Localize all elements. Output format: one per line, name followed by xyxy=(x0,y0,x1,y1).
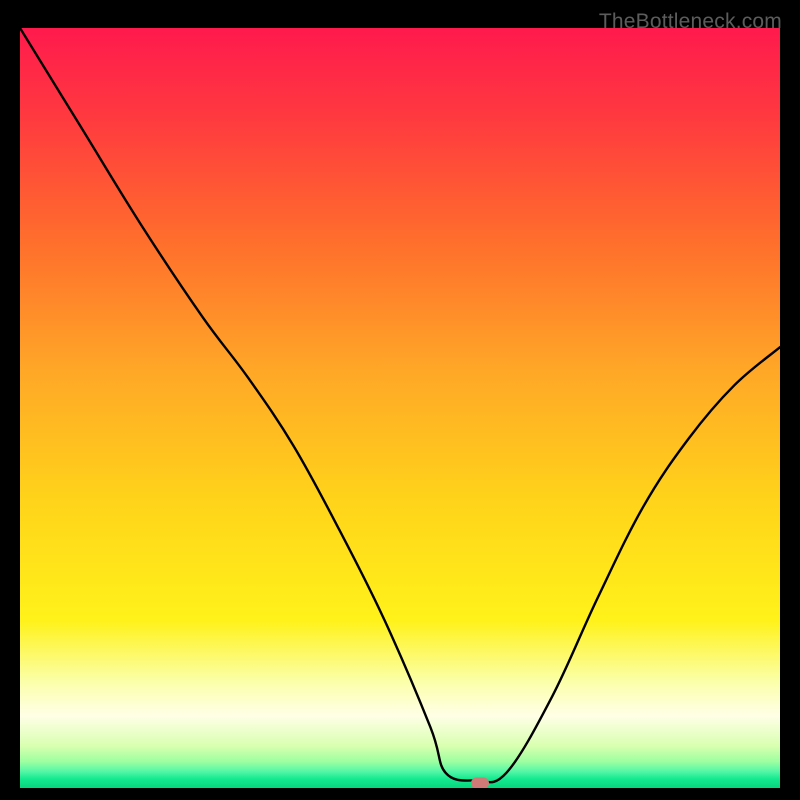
optimum-marker xyxy=(471,777,489,788)
plot-area xyxy=(20,28,780,788)
chart-frame: TheBottleneck.com xyxy=(0,14,800,800)
bottleneck-curve xyxy=(20,28,780,788)
